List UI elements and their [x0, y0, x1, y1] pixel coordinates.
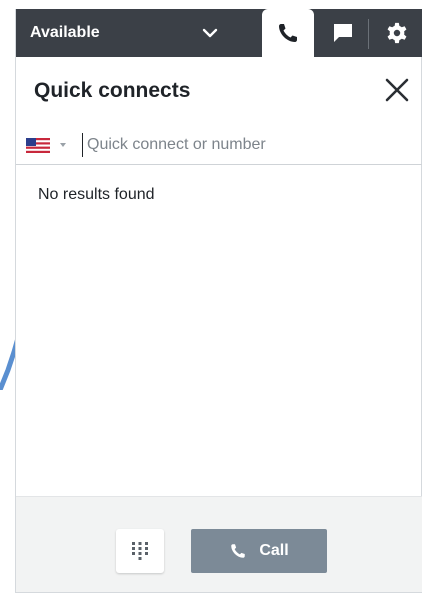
country-code-dropdown[interactable]	[26, 135, 78, 155]
results-list: No results found	[16, 166, 422, 496]
screenshot-stage: Available Quick connects Quick connect o…	[0, 0, 430, 602]
call-button[interactable]: Call	[191, 529, 327, 573]
chat-icon	[334, 24, 352, 42]
call-button-label: Call	[259, 542, 289, 559]
contact-control-panel: Available Quick connects Quick connect o…	[15, 9, 422, 593]
agent-status-dropdown[interactable]: Available	[16, 9, 258, 57]
tab-divider	[368, 19, 369, 49]
tab-phone[interactable]	[262, 9, 314, 57]
agent-status-label: Available	[30, 24, 100, 41]
tab-settings[interactable]	[372, 9, 422, 57]
page-title: Quick connects	[34, 79, 191, 102]
gear-icon	[387, 22, 407, 44]
search-row	[16, 125, 422, 165]
phone-icon	[279, 24, 297, 42]
action-footer: Call	[16, 496, 422, 592]
us-flag-icon	[26, 137, 50, 153]
dialpad-button[interactable]	[116, 529, 164, 573]
close-icon[interactable]	[382, 75, 412, 105]
caret-down-icon	[60, 143, 66, 147]
empty-results-message: No results found	[38, 186, 155, 203]
quick-connect-search-input[interactable]	[82, 133, 407, 157]
top-bar: Available	[16, 9, 422, 57]
chevron-down-icon	[202, 28, 218, 38]
tab-chat[interactable]	[320, 9, 366, 57]
phone-icon	[231, 544, 246, 558]
dialpad-icon	[132, 542, 148, 560]
quick-connects-header: Quick connects	[16, 57, 422, 119]
